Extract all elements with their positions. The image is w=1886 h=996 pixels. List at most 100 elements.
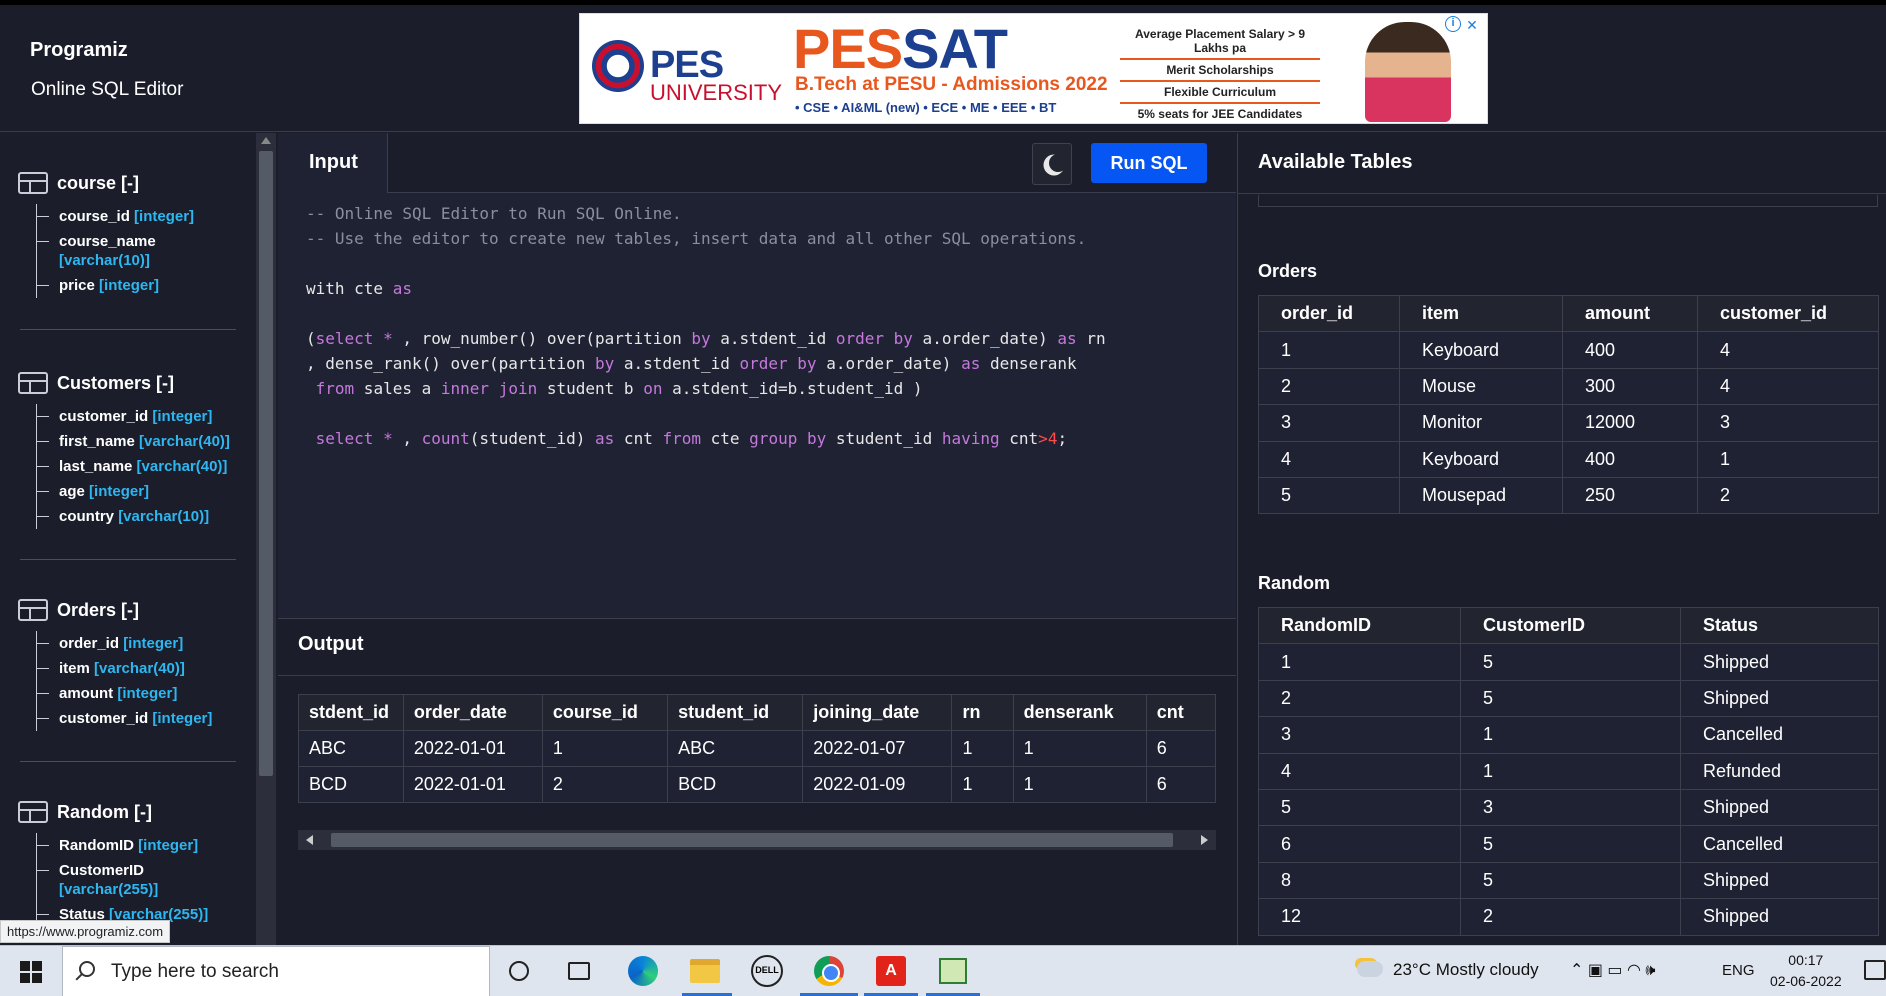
output-table-container: stdent_id order_date course_id student_i… bbox=[298, 694, 1216, 803]
acrobat-reader-icon[interactable]: A bbox=[872, 954, 910, 988]
dell-app-icon[interactable]: DELL bbox=[748, 954, 786, 988]
sidebar-scrollbar[interactable] bbox=[256, 133, 276, 945]
table-cell: 5 bbox=[1460, 679, 1681, 718]
chrome-browser-icon[interactable] bbox=[810, 954, 848, 988]
scroll-up-arrow-icon[interactable] bbox=[261, 137, 271, 144]
programiz-logo[interactable]: Programiz bbox=[30, 39, 128, 62]
taskbar-search-input[interactable] bbox=[111, 957, 471, 987]
output-title: Output bbox=[298, 633, 364, 655]
scroll-right-arrow-icon[interactable] bbox=[1201, 835, 1208, 845]
output-table: stdent_id order_date course_id student_i… bbox=[298, 694, 1216, 803]
column-type: [varchar(40)] bbox=[139, 433, 230, 450]
weather-cloud-icon[interactable] bbox=[1357, 961, 1383, 977]
taskbar-clock[interactable]: 00:17 02-06-2022 bbox=[1770, 950, 1842, 992]
table-cell: Shipped bbox=[1680, 679, 1879, 718]
theme-toggle-button[interactable] bbox=[1032, 143, 1072, 185]
ad-info-icon[interactable]: i bbox=[1445, 16, 1461, 32]
column-name: item bbox=[59, 660, 90, 677]
task-view-icon[interactable] bbox=[560, 954, 598, 988]
notification-center-icon[interactable] bbox=[1864, 960, 1886, 980]
sql-code-editor[interactable]: -- Online SQL Editor to Run SQL Online. … bbox=[306, 201, 1106, 451]
advertisement-banner[interactable]: PES UNIVERSITY PESSAT B.Tech at PESU - A… bbox=[579, 13, 1488, 124]
windows-start-icon[interactable] bbox=[20, 961, 42, 983]
random-table-title: Random bbox=[1258, 573, 1330, 593]
column-item: amount [integer] bbox=[37, 681, 236, 706]
table-cell: 1 bbox=[1012, 766, 1147, 803]
orders-table-title: Orders bbox=[1258, 261, 1318, 281]
table-cell: 4 bbox=[1258, 752, 1461, 790]
system-tray-icons[interactable]: ⌃ ▣ ▭ ◠ 🕪 bbox=[1570, 960, 1655, 980]
table-name: Random [-] bbox=[57, 801, 152, 822]
table-cell: 2022-01-01 bbox=[402, 730, 543, 767]
table-cell: 2 bbox=[1460, 898, 1681, 936]
table-name: Orders [-] bbox=[57, 599, 140, 620]
table-cell: Shipped bbox=[1680, 898, 1879, 936]
table-cell: Shipped bbox=[1680, 643, 1879, 681]
table-cell: 400 bbox=[1562, 440, 1698, 478]
table-cell: 3 bbox=[1258, 404, 1400, 442]
table-header[interactable]: Random [-] bbox=[18, 797, 236, 827]
moon-icon bbox=[1049, 154, 1067, 172]
table-row: 5 3 Shipped bbox=[1258, 788, 1879, 827]
acrobat-glyph: A bbox=[876, 956, 906, 986]
table-header[interactable]: Customers [-] bbox=[18, 368, 236, 398]
code-keyword: group bbox=[749, 429, 798, 448]
code-keyword: select bbox=[315, 429, 374, 448]
language-indicator[interactable]: ENG bbox=[1722, 962, 1755, 979]
table-row: 2 Mouse 300 4 bbox=[1258, 367, 1879, 406]
column-type: [varchar(255)] bbox=[59, 881, 159, 898]
available-tables-title: Available Tables bbox=[1258, 151, 1413, 173]
edge-browser-icon[interactable] bbox=[624, 954, 662, 988]
column-header: order_date bbox=[402, 694, 543, 731]
taskbar-search-box[interactable] bbox=[62, 946, 490, 996]
column-name: course_name bbox=[59, 233, 156, 250]
ad-points: Average Placement Salary > 9 Lakhs pa Me… bbox=[1120, 24, 1320, 123]
table-cell: 12 bbox=[1258, 898, 1461, 936]
weather-status[interactable]: 23°C Mostly cloudy bbox=[1393, 960, 1539, 980]
sidebar-table-orders: Orders [-] order_id [integer] item [varc… bbox=[18, 595, 236, 731]
scroll-left-arrow-icon[interactable] bbox=[306, 835, 313, 845]
ad-point: Flexible Curriculum bbox=[1120, 82, 1320, 104]
spreadsheet-app-icon[interactable] bbox=[934, 954, 972, 988]
cortana-icon[interactable] bbox=[500, 954, 538, 988]
code-keyword: count bbox=[421, 429, 470, 448]
table-header[interactable]: Orders [-] bbox=[18, 595, 236, 625]
column-header: RandomID bbox=[1258, 606, 1461, 645]
table-row: 1 5 Shipped bbox=[1258, 643, 1879, 681]
table-cell: ABC bbox=[298, 730, 404, 767]
orders-table: order_id item amount customer_id 1 Keyboa… bbox=[1258, 294, 1879, 515]
table-cell: 2022-01-01 bbox=[402, 766, 543, 803]
code-operator: > bbox=[1038, 429, 1048, 448]
code-keyword: on bbox=[643, 379, 663, 398]
column-type: [integer] bbox=[152, 408, 213, 425]
table-row: BCD 2022-01-01 2 BCD 2022-01-09 1 1 6 bbox=[298, 766, 1216, 803]
sidebar-table-customers: Customers [-] customer_id [integer] firs… bbox=[18, 368, 236, 529]
file-explorer-icon[interactable] bbox=[686, 954, 724, 988]
windows-taskbar: DELL A 23°C Mostly cloudy ⌃ ▣ ▭ ◠ 🕪 ENG … bbox=[0, 945, 1886, 996]
column-list: course_id [integer] course_name [varchar(… bbox=[36, 204, 236, 298]
table-cell: 1 bbox=[1697, 440, 1879, 478]
table-header[interactable]: course [-] bbox=[18, 168, 236, 198]
table-row: 3 Monitor 12000 3 bbox=[1258, 404, 1879, 442]
column-name: price bbox=[59, 277, 95, 294]
ad-headline: PESSAT bbox=[793, 16, 1008, 81]
run-sql-button[interactable]: Run SQL bbox=[1091, 143, 1207, 183]
table-cell: 2 bbox=[1258, 679, 1461, 718]
table-icon bbox=[18, 801, 48, 823]
tab-input[interactable]: Input bbox=[278, 133, 388, 193]
table-cell: Cancelled bbox=[1680, 716, 1879, 754]
scrollbar-thumb[interactable] bbox=[259, 151, 273, 776]
table-cell: 2 bbox=[1258, 367, 1400, 406]
code-comment: -- Use the editor to create new tables, … bbox=[306, 229, 1087, 248]
table-cell: 6 bbox=[1258, 825, 1461, 863]
scrollbar-thumb[interactable] bbox=[331, 833, 1173, 847]
ad-close-icon[interactable]: ✕ bbox=[1463, 16, 1481, 34]
table-cell: 6 bbox=[1145, 766, 1216, 803]
code-token: (student_id) bbox=[469, 429, 596, 448]
ad-headline-part-b: SAT bbox=[902, 17, 1008, 80]
output-horizontal-scrollbar[interactable] bbox=[298, 830, 1216, 850]
table-icon bbox=[18, 172, 48, 194]
code-token: , bbox=[392, 429, 422, 448]
code-keyword: by bbox=[797, 354, 817, 373]
